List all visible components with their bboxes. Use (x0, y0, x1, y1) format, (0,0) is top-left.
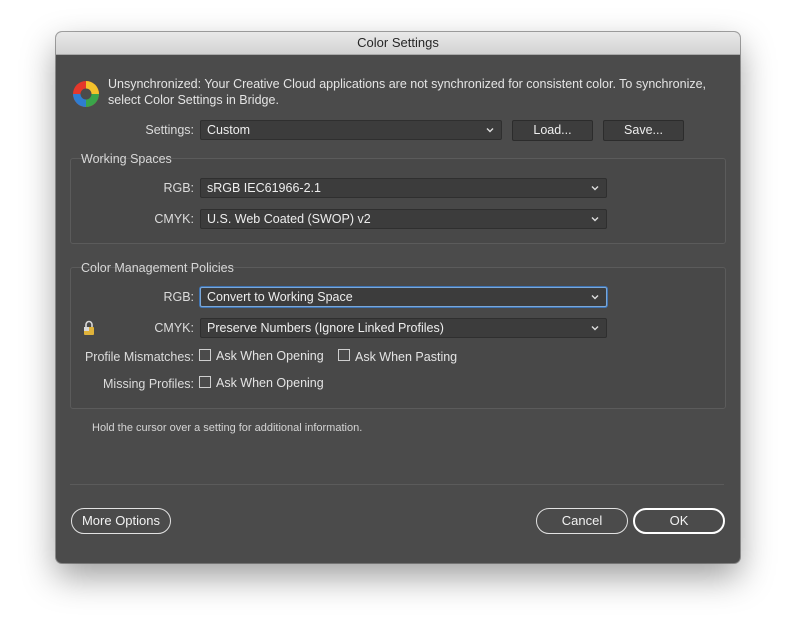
ok-button[interactable]: OK (633, 508, 725, 534)
working-rgb-dropdown[interactable]: sRGB IEC61966-2.1 (200, 178, 607, 198)
missing-ask-when-opening-checkbox[interactable] (199, 376, 211, 388)
chevron-down-icon (591, 326, 599, 331)
cancel-button[interactable]: Cancel (536, 508, 628, 534)
policy-rgb-value: Convert to Working Space (207, 290, 353, 304)
color-policies-title: Color Management Policies (81, 261, 234, 275)
working-cmyk-label: CMYK: (154, 212, 194, 226)
policy-cmyk-label: CMYK: (154, 321, 194, 335)
working-rgb-value: sRGB IEC61966-2.1 (207, 181, 321, 195)
missing-profiles-label: Missing Profiles: (103, 377, 194, 391)
color-settings-dialog: Color Settings Unsynchronized: Your Crea… (56, 32, 740, 563)
hint-text: Hold the cursor over a setting for addit… (92, 422, 363, 434)
more-options-button[interactable]: More Options (71, 508, 171, 534)
load-button[interactable]: Load... (512, 120, 593, 141)
policy-cmyk-dropdown[interactable]: Preserve Numbers (Ignore Linked Profiles… (200, 318, 607, 338)
profile-mismatches-label: Profile Mismatches: (84, 350, 194, 364)
save-button[interactable]: Save... (603, 120, 684, 141)
working-cmyk-dropdown[interactable]: U.S. Web Coated (SWOP) v2 (200, 209, 607, 229)
working-cmyk-value: U.S. Web Coated (SWOP) v2 (207, 212, 371, 226)
ask-when-opening-label: Ask When Opening (216, 349, 324, 363)
settings-dropdown-value: Custom (207, 123, 251, 137)
ask-when-pasting-label: Ask When Pasting (355, 350, 458, 364)
ask-when-pasting-checkbox[interactable] (338, 349, 350, 361)
policy-rgb-label: RGB: (163, 290, 194, 304)
chevron-down-icon (591, 295, 599, 300)
policy-cmyk-value: Preserve Numbers (Ignore Linked Profiles… (207, 321, 444, 335)
working-spaces-title: Working Spaces (81, 152, 172, 166)
missing-ask-when-opening-label: Ask When Opening (216, 376, 324, 390)
working-spaces-group (70, 158, 726, 244)
footer-divider (70, 484, 724, 485)
ask-when-opening-checkbox[interactable] (199, 349, 211, 361)
settings-label: Settings: (145, 123, 194, 137)
working-rgb-label: RGB: (163, 181, 194, 195)
settings-dropdown[interactable]: Custom (200, 120, 502, 140)
chevron-down-icon (486, 128, 494, 133)
lock-icon (84, 320, 94, 335)
chevron-down-icon (591, 217, 599, 222)
sync-warning-message: Unsynchronized: Your Creative Cloud appl… (108, 77, 707, 107)
window-title: Color Settings (56, 32, 740, 55)
color-sync-icon (73, 81, 99, 107)
chevron-down-icon (591, 186, 599, 191)
policy-rgb-dropdown[interactable]: Convert to Working Space (200, 287, 607, 307)
